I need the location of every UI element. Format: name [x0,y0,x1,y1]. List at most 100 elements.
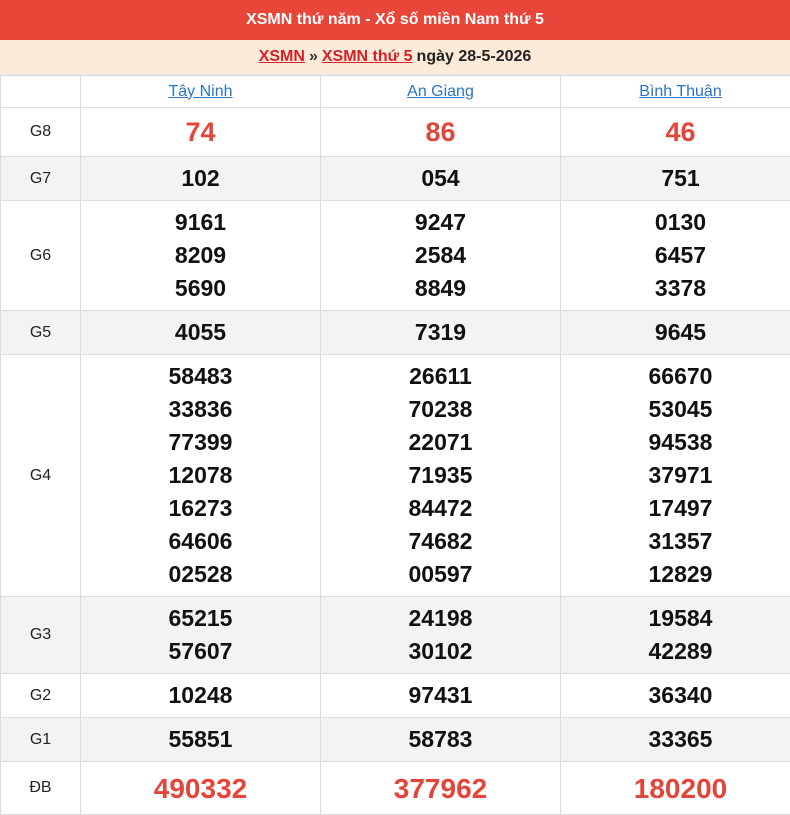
province-header-row: Tây Ninh An Giang Bình Thuận [1,76,790,108]
prize-row-g4: G458483338367739912078162736460602528266… [1,355,790,597]
prize-label: G7 [1,157,81,201]
prize-cell: 33365 [561,718,790,762]
prize-number: 26611 [321,360,560,393]
province-link-an-giang[interactable]: An Giang [407,83,474,100]
prize-label: G1 [1,718,81,762]
breadcrumb-link-xsmn[interactable]: XSMN [259,48,305,66]
prize-row-g1: G1558515878333365 [1,718,790,762]
page-title: XSMN thứ năm - Xổ số miền Nam thứ 5 [246,11,544,29]
prize-number: 9247 [321,206,560,239]
prize-number: 12829 [561,558,790,591]
prize-rows: G8748646G7102054751G69161820956909247258… [1,108,790,815]
prize-number: 24198 [321,602,560,635]
prize-number: 2584 [321,239,560,272]
prize-number: 74 [81,116,320,149]
prize-number: 16273 [81,492,320,525]
prize-cell: 58483338367739912078162736460602528 [81,355,321,597]
prize-number: 42289 [561,635,790,668]
prize-number: 77399 [81,426,320,459]
breadcrumb-link-xsmn-thu-5[interactable]: XSMN thứ 5 [322,48,413,66]
prize-row-db: ĐB490332377962180200 [1,762,790,815]
prize-cell: 013064573378 [561,201,790,311]
prize-cell: 751 [561,157,790,201]
prize-row-g7: G7102054751 [1,157,790,201]
header-blank-cell [1,76,81,108]
prize-number: 12078 [81,459,320,492]
results-table: Tây Ninh An Giang Bình Thuận G8748646G71… [0,75,790,815]
prize-cell: 10248 [81,674,321,718]
province-header: Bình Thuận [561,76,790,108]
province-link-binh-thuan[interactable]: Bình Thuận [639,83,721,100]
prize-cell: 58783 [321,718,561,762]
prize-cell: 7319 [321,311,561,355]
prize-number: 37971 [561,459,790,492]
prize-number: 58783 [321,723,560,756]
prize-row-g2: G2102489743136340 [1,674,790,718]
prize-number: 3378 [561,272,790,305]
prize-number: 53045 [561,393,790,426]
prize-cell: 180200 [561,762,790,815]
prize-label: G3 [1,597,81,674]
prize-number: 86 [321,116,560,149]
prize-number: 751 [561,162,790,195]
prize-cell: 102 [81,157,321,201]
prize-number: 55851 [81,723,320,756]
prize-cell: 97431 [321,674,561,718]
breadcrumb-date: ngày 28-5-2026 [417,48,532,66]
prize-number: 31357 [561,525,790,558]
province-header: Tây Ninh [81,76,321,108]
prize-number: 74682 [321,525,560,558]
prize-number: 8849 [321,272,560,305]
prize-cell: 1958442289 [561,597,790,674]
prize-number: 22071 [321,426,560,459]
prize-number: 66670 [561,360,790,393]
prize-label: G4 [1,355,81,597]
prize-number: 4055 [81,316,320,349]
breadcrumb-separator: » [309,48,318,66]
page-header: XSMN thứ năm - Xổ số miền Nam thứ 5 [0,0,790,40]
prize-number: 9645 [561,316,790,349]
prize-number: 6457 [561,239,790,272]
prize-row-g5: G5405573199645 [1,311,790,355]
prize-cell: 74 [81,108,321,157]
prize-label: G2 [1,674,81,718]
prize-row-g8: G8748646 [1,108,790,157]
prize-number: 7319 [321,316,560,349]
prize-number: 94538 [561,426,790,459]
prize-cell: 054 [321,157,561,201]
prize-cell: 9645 [561,311,790,355]
prize-cell: 924725848849 [321,201,561,311]
prize-number: 46 [561,116,790,149]
prize-number: 33365 [561,723,790,756]
prize-number: 02528 [81,558,320,591]
prize-cell: 86 [321,108,561,157]
prize-cell: 377962 [321,762,561,815]
prize-number: 377962 [321,772,560,805]
prize-row-g3: G3652155760724198301021958442289 [1,597,790,674]
prize-number: 64606 [81,525,320,558]
prize-label: G8 [1,108,81,157]
province-link-tay-ninh[interactable]: Tây Ninh [168,83,232,100]
prize-cell: 46 [561,108,790,157]
province-header: An Giang [321,76,561,108]
prize-number: 17497 [561,492,790,525]
prize-label: ĐB [1,762,81,815]
prize-label: G5 [1,311,81,355]
breadcrumb: XSMN » XSMN thứ 5 ngày 28-5-2026 [0,40,790,75]
prize-number: 490332 [81,772,320,805]
prize-number: 84472 [321,492,560,525]
prize-number: 180200 [561,772,790,805]
prize-number: 8209 [81,239,320,272]
prize-number: 19584 [561,602,790,635]
prize-number: 36340 [561,679,790,712]
prize-number: 9161 [81,206,320,239]
prize-cell: 55851 [81,718,321,762]
prize-number: 10248 [81,679,320,712]
prize-cell: 2419830102 [321,597,561,674]
prize-label: G6 [1,201,81,311]
prize-cell: 490332 [81,762,321,815]
prize-number: 58483 [81,360,320,393]
prize-number: 00597 [321,558,560,591]
prize-number: 0130 [561,206,790,239]
prize-cell: 66670530459453837971174973135712829 [561,355,790,597]
